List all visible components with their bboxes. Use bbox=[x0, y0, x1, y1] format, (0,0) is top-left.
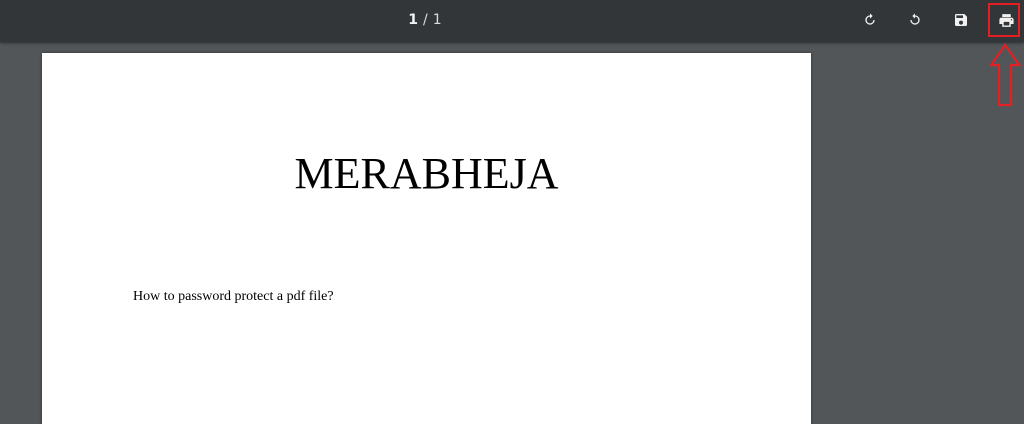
page-separator: / bbox=[423, 12, 428, 28]
print-button[interactable] bbox=[991, 6, 1021, 34]
document-body-text: How to password protect a pdf file? bbox=[133, 289, 334, 304]
total-pages: 1 bbox=[432, 12, 442, 28]
document-title: MERABHEJA bbox=[294, 149, 559, 198]
pdf-toolbar: 1 / 1 bbox=[0, 0, 1024, 42]
rotate-counterclockwise-button[interactable] bbox=[900, 6, 930, 34]
save-icon bbox=[955, 14, 967, 26]
rotate-ccw-icon bbox=[910, 13, 920, 25]
current-page-number[interactable]: 1 bbox=[408, 12, 418, 28]
rotate-clockwise-button[interactable] bbox=[855, 6, 885, 34]
pdf-page: MERABHEJA How to password protect a pdf … bbox=[42, 53, 811, 424]
pdf-viewer-area[interactable]: MERABHEJA How to password protect a pdf … bbox=[0, 42, 1024, 424]
rotate-cw-icon bbox=[865, 13, 875, 25]
download-button[interactable] bbox=[946, 6, 976, 34]
print-icon bbox=[998, 13, 1014, 27]
page-indicator: 1 / 1 bbox=[395, 10, 455, 30]
